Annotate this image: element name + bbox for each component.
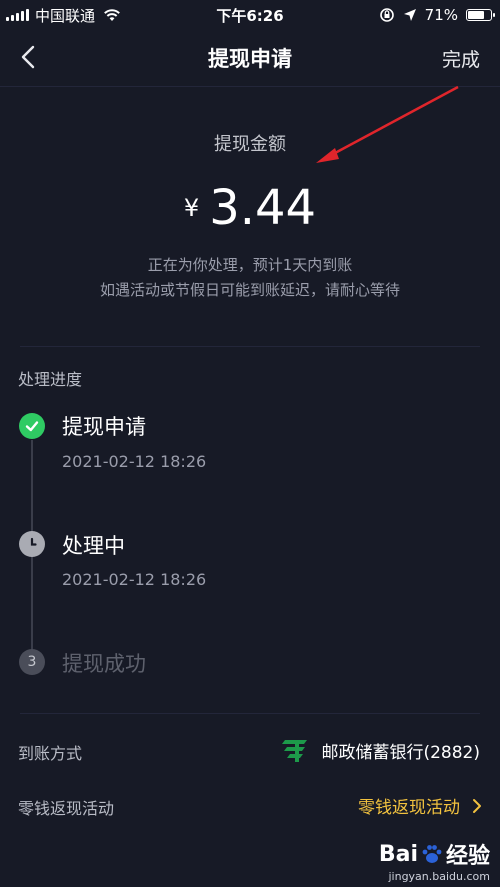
battery-fill — [468, 11, 484, 19]
arrival-method-label: 到账方式 — [18, 744, 83, 763]
step-time-apply: 2021-02-12 18:26 — [62, 452, 207, 471]
done-button[interactable]: 完成 — [442, 45, 480, 72]
nav-divider — [0, 86, 500, 87]
section-divider — [20, 346, 480, 347]
amount-label: 提现金额 — [214, 134, 286, 155]
location-icon — [403, 9, 416, 21]
battery-icon — [466, 9, 495, 21]
currency-symbol: ¥ — [183, 194, 200, 222]
chevron-right-icon — [473, 798, 481, 813]
baidu-paw-icon — [422, 845, 442, 863]
orientation-lock-icon — [379, 8, 394, 22]
delay-notice: 如遇活动或节假日可能到账延迟，请耐心等待 — [99, 281, 400, 299]
amount-value: 3.44 — [209, 180, 317, 236]
section-divider — [20, 713, 480, 714]
activity-link-text: 零钱返现活动 — [358, 798, 460, 818]
postal-bank-logo-icon — [282, 740, 308, 762]
bank-name: 邮政储蓄银行(2882) — [321, 742, 480, 763]
step-done-icon — [19, 413, 45, 439]
page-title: 提现申请 — [208, 47, 292, 71]
step-processing-icon — [19, 531, 45, 557]
watermark-url: jingyan.baidu.com — [388, 870, 490, 883]
step-number-badge: 3 — [19, 649, 45, 675]
step-title-processing: 处理中 — [62, 534, 125, 558]
processing-notice: 正在为你处理，预计1天内到账 — [147, 256, 353, 274]
status-bar: 中国联通 下午6:26 71% — [0, 0, 500, 30]
step-title-success: 提现成功 — [62, 652, 146, 676]
battery-percent: 71% — [424, 6, 458, 24]
bank-account: 邮政储蓄银行(2882) — [281, 737, 480, 763]
progress-title: 处理进度 — [18, 370, 83, 389]
nav-bar: 提现申请 完成 — [0, 30, 500, 86]
check-icon — [25, 421, 39, 432]
step-title-apply: 提现申请 — [62, 415, 146, 439]
watermark-jingyan: 经验 — [445, 844, 490, 869]
withdraw-amount: ¥3.44 — [0, 180, 500, 236]
clock-icon — [30, 537, 37, 546]
activity-label: 零钱返现活动 — [18, 799, 115, 818]
step-time-processing: 2021-02-12 18:26 — [62, 570, 207, 589]
activity-link[interactable]: 零钱返现活动 — [358, 793, 482, 818]
baidu-watermark: Bai 经验 jingyan.baidu.com — [378, 838, 490, 884]
watermark-brand: Bai — [378, 841, 418, 867]
